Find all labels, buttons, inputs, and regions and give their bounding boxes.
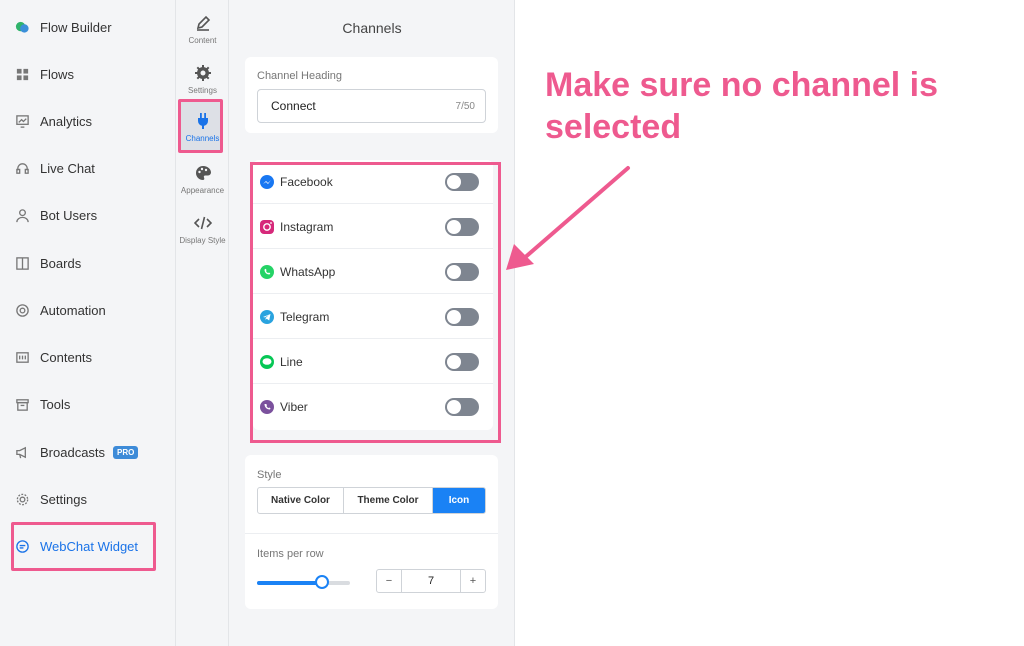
palette-icon	[195, 166, 211, 180]
increment-button[interactable]: +	[461, 570, 485, 592]
sidebar-item-tools[interactable]: Tools	[0, 384, 176, 424]
tab-label: Content	[188, 36, 217, 45]
gear-icon	[194, 65, 211, 81]
tab-content[interactable]: Content	[176, 12, 229, 58]
panel-title: Channels	[342, 20, 402, 36]
tab-label: Appearance	[180, 186, 225, 195]
sidebar-item-boards[interactable]: Boards	[0, 243, 176, 283]
channels-list-highlight-box	[250, 162, 501, 443]
tab-label: Display Style	[179, 236, 226, 245]
sidebar-item-label: Broadcasts	[40, 444, 106, 460]
sidebar-item-analytics[interactable]: Analytics	[0, 101, 176, 141]
sidebar-item-live-chat[interactable]: Live Chat	[0, 148, 176, 188]
style-label: Style	[257, 469, 282, 481]
style-card: Style Native Color Theme Color Icon Item…	[245, 455, 498, 609]
toolbox-icon	[14, 396, 30, 412]
style-option-icon[interactable]: Icon	[433, 488, 485, 513]
headset-icon	[14, 160, 30, 176]
pencil-icon	[196, 15, 210, 31]
tab-label: Settings	[188, 86, 217, 95]
sidebar-item-label: Flow Builder	[40, 19, 112, 35]
sidebar-item-label: Boards	[40, 255, 82, 271]
channel-heading-value: Connect	[271, 99, 316, 113]
sidebar-item-label: Live Chat	[40, 160, 95, 176]
tab-settings[interactable]: Settings	[176, 62, 229, 108]
style-segmented-control: Native Color Theme Color Icon	[257, 487, 486, 514]
tab-channels[interactable]: Channels	[176, 110, 229, 156]
slider-handle[interactable]	[315, 575, 330, 589]
analytics-icon	[14, 113, 30, 129]
divider	[245, 533, 498, 534]
items-per-row-slider[interactable]	[257, 575, 350, 589]
code-icon	[193, 216, 212, 230]
annotation-arrow	[506, 166, 630, 270]
sidebar-item-label: Tools	[40, 396, 71, 412]
plug-icon	[197, 113, 208, 129]
slider-fill	[257, 581, 323, 585]
sidebar-item-label: Automation	[40, 302, 106, 318]
pro-badge: PRO	[113, 445, 139, 459]
main-sidebar: Flow Builder Flows Analytics Live Chat B…	[0, 0, 176, 646]
sidebar-item-label: Bot Users	[40, 207, 98, 223]
sidebar-item-flow-builder[interactable]: Flow Builder	[0, 7, 176, 47]
style-option-theme-color[interactable]: Theme Color	[344, 488, 433, 513]
channel-heading-label: Channel Heading	[257, 70, 343, 82]
automation-icon	[14, 302, 30, 318]
sidebar-item-contents[interactable]: Contents	[0, 337, 176, 377]
sidebar-item-bot-users[interactable]: Bot Users	[0, 195, 176, 235]
items-per-row-value[interactable]: 7	[401, 570, 461, 592]
character-counter: 7/50	[455, 100, 475, 112]
grid-icon	[14, 66, 30, 82]
sidebar-item-settings[interactable]: Settings	[0, 479, 176, 519]
sidebar-item-automation[interactable]: Automation	[0, 290, 176, 330]
contents-icon	[14, 349, 30, 365]
sidebar-item-broadcasts[interactable]: Broadcasts PRO	[0, 432, 176, 472]
flow-builder-icon	[14, 19, 30, 35]
decrement-button[interactable]: −	[377, 570, 401, 592]
tab-appearance[interactable]: Appearance	[176, 162, 229, 208]
style-option-native-color[interactable]: Native Color	[258, 488, 344, 513]
widget-tabbar: Content Settings Channels Appearance Dis…	[176, 0, 229, 646]
gear-icon	[14, 491, 30, 507]
sidebar-item-label: Contents	[40, 349, 93, 365]
annotation-text: Make sure no channel is selected	[545, 66, 939, 146]
webchat-highlight-box	[11, 522, 156, 571]
items-per-row-label: Items per row	[257, 548, 324, 560]
items-per-row-stepper: − 7 +	[376, 569, 486, 593]
sidebar-item-flows[interactable]: Flows	[0, 54, 176, 94]
sidebar-item-label: Analytics	[40, 113, 93, 129]
sidebar-item-label: Settings	[40, 491, 87, 507]
sidebar-item-label: Flows	[40, 66, 74, 82]
channel-heading-input[interactable]: Connect 7/50	[257, 89, 486, 123]
board-icon	[14, 255, 30, 271]
tab-label: Channels	[185, 134, 220, 143]
megaphone-icon	[14, 444, 30, 460]
channel-heading-card: Channel Heading Connect 7/50	[245, 57, 498, 133]
tab-display-style[interactable]: Display Style	[176, 212, 229, 258]
user-icon	[14, 207, 30, 223]
